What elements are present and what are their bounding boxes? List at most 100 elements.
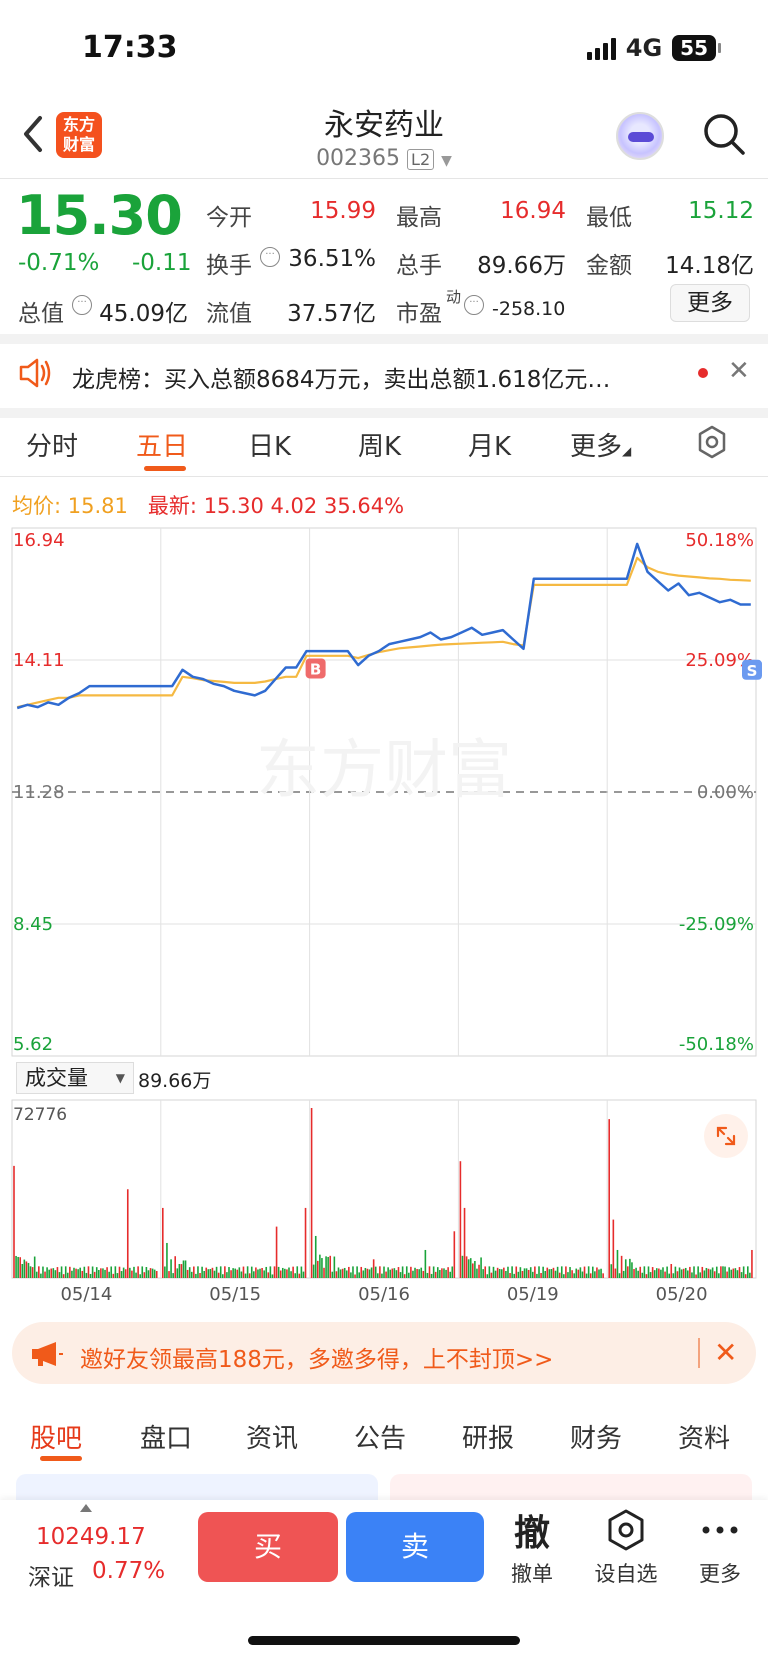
- section-gap: [0, 408, 768, 418]
- network-label: 4G: [625, 34, 663, 62]
- tab-pankou[interactable]: 盘口: [140, 1418, 192, 1455]
- header-divider: [0, 178, 768, 179]
- card-peek-left: [16, 1474, 378, 1500]
- y-axis-label-right: 50.18%: [685, 530, 754, 551]
- index-pct[interactable]: 0.77%: [92, 1558, 165, 1584]
- cancel-order-label: 撤单: [511, 1562, 553, 1586]
- tab-guba[interactable]: 股吧: [30, 1418, 82, 1455]
- pe-label: 市盈: [396, 301, 442, 327]
- current-price: 15.30: [16, 184, 183, 247]
- volume-max-label: 72776: [13, 1105, 67, 1125]
- x-axis-date-label: 05/20: [656, 1284, 708, 1305]
- trade-marker-label: S: [747, 662, 758, 680]
- news-ticker[interactable]: 龙虎榜：买入总额8684万元，卖出总额1.618亿元…: [72, 360, 610, 394]
- volume-label: 总手: [396, 253, 442, 279]
- promo-text[interactable]: 邀好友领最高188元，多邀多得，上不封顶>>: [80, 1340, 553, 1374]
- close-icon[interactable]: ✕: [714, 1336, 737, 1369]
- sell-button[interactable]: 卖: [346, 1512, 484, 1582]
- y-axis-label-right: -50.18%: [679, 1034, 754, 1055]
- assistant-robot-icon[interactable]: [616, 112, 664, 160]
- section-gap: [0, 334, 768, 344]
- stock-code: 002365: [316, 146, 401, 171]
- open-value: 15.99: [310, 198, 376, 224]
- buy-button[interactable]: 买: [198, 1512, 338, 1582]
- more-actions-button[interactable]: 更多: [680, 1506, 760, 1588]
- latest-change: 4.02: [270, 494, 318, 518]
- gear-icon[interactable]: [694, 424, 730, 460]
- y-axis-label-left: 8.45: [13, 914, 53, 935]
- high-label: 最高: [396, 205, 442, 231]
- open-label: 今开: [206, 205, 252, 231]
- tab-research[interactable]: 研报: [462, 1418, 514, 1455]
- y-axis-label-left: 11.28: [13, 782, 65, 803]
- y-axis-label-left: 14.11: [13, 650, 65, 671]
- volume-indicator-select[interactable]: 成交量 ▼: [16, 1062, 134, 1094]
- level-badge: L2: [407, 148, 435, 170]
- tab-daily-k[interactable]: 日K: [248, 426, 291, 463]
- y-axis-label-right: -25.09%: [679, 914, 754, 935]
- turnover-value: 36.51%: [288, 246, 376, 272]
- tab-fenshi[interactable]: 分时: [26, 426, 78, 463]
- y-axis-label-right: 0.00%: [697, 782, 754, 803]
- index-name[interactable]: 深证: [28, 1558, 74, 1592]
- x-axis-date-label: 05/15: [209, 1284, 261, 1305]
- volume-pane-frame: [11, 1099, 757, 1279]
- cancel-order-button[interactable]: 撤 撤单: [492, 1506, 572, 1588]
- chevron-down-icon: ▼: [441, 153, 452, 169]
- amount-value: 14.18亿: [665, 253, 754, 279]
- tab-finance[interactable]: 财务: [570, 1418, 622, 1455]
- latest-value: 15.30: [203, 494, 264, 518]
- volume-indicator-label: 成交量: [25, 1066, 88, 1090]
- turnover-label: 换手: [206, 253, 252, 279]
- search-icon[interactable]: [702, 112, 746, 156]
- active-tab-indicator: [144, 466, 186, 471]
- avg-label: 均价:: [12, 494, 62, 518]
- volume-total: 89.66万: [138, 1070, 212, 1092]
- tab-monthly-k[interactable]: 月K: [468, 426, 511, 463]
- eastmoney-logo[interactable]: 东方 财富: [56, 112, 102, 158]
- tab-five-day[interactable]: 五日: [136, 426, 188, 463]
- more-actions-label: 更多: [699, 1562, 741, 1586]
- mktcap-info-icon[interactable]: ···: [72, 292, 94, 315]
- home-indicator: [248, 1636, 520, 1645]
- logo-text-1: 东方: [62, 115, 95, 134]
- more-quote-button[interactable]: 更多: [670, 284, 750, 322]
- float-value: 37.57亿: [287, 301, 376, 327]
- amount-label: 金额: [586, 253, 632, 279]
- pe-value: -258.10: [492, 298, 566, 320]
- caret-down-icon: ▼: [115, 1071, 125, 1085]
- megaphone-icon: [30, 1340, 64, 1368]
- back-icon[interactable]: [16, 112, 56, 162]
- mktcap-label: 总值: [18, 301, 64, 327]
- change-percent: -0.71%: [18, 250, 100, 276]
- tab-more-periods[interactable]: 更多◢: [570, 426, 631, 463]
- tab-news[interactable]: 资讯: [246, 1418, 298, 1455]
- logo-text-2: 财富: [62, 135, 95, 154]
- x-axis-date-label: 05/16: [358, 1284, 410, 1305]
- cancel-glyph: 撤: [513, 1513, 550, 1554]
- hexagon-icon: [586, 1506, 666, 1554]
- volume-value: 89.66万: [477, 253, 566, 279]
- close-icon[interactable]: ✕: [728, 356, 750, 386]
- average-price-line: [16, 556, 751, 709]
- add-watchlist-button[interactable]: 设自选: [586, 1506, 666, 1588]
- mktcap-value: 45.09亿: [99, 301, 188, 327]
- x-axis-date-label: 05/19: [507, 1284, 559, 1305]
- tab-announcements[interactable]: 公告: [354, 1418, 406, 1455]
- low-value: 15.12: [688, 198, 754, 224]
- float-label: 流值: [206, 301, 252, 327]
- price-line: [16, 542, 751, 710]
- tab-weekly-k[interactable]: 周K: [358, 426, 401, 463]
- index-value[interactable]: 10249.17: [36, 1524, 146, 1550]
- high-value: 16.94: [500, 198, 566, 224]
- turnover-info-icon[interactable]: ···: [260, 244, 282, 267]
- status-indicators: 4G 55: [586, 34, 721, 62]
- expand-icon[interactable]: [704, 1114, 748, 1158]
- tab-profile[interactable]: 资料: [678, 1418, 730, 1455]
- more-dots-icon: [680, 1506, 760, 1554]
- y-axis-label-left: 5.62: [13, 1034, 53, 1055]
- pe-info-icon[interactable]: ···: [464, 292, 486, 315]
- five-day-chart[interactable]: 东方财富16.94 50.18%14.11 25.09%11.28 0.00%8.45…: [0, 520, 768, 1320]
- watermark: 东方财富: [256, 734, 512, 808]
- x-axis-date-label: 05/14: [60, 1284, 112, 1305]
